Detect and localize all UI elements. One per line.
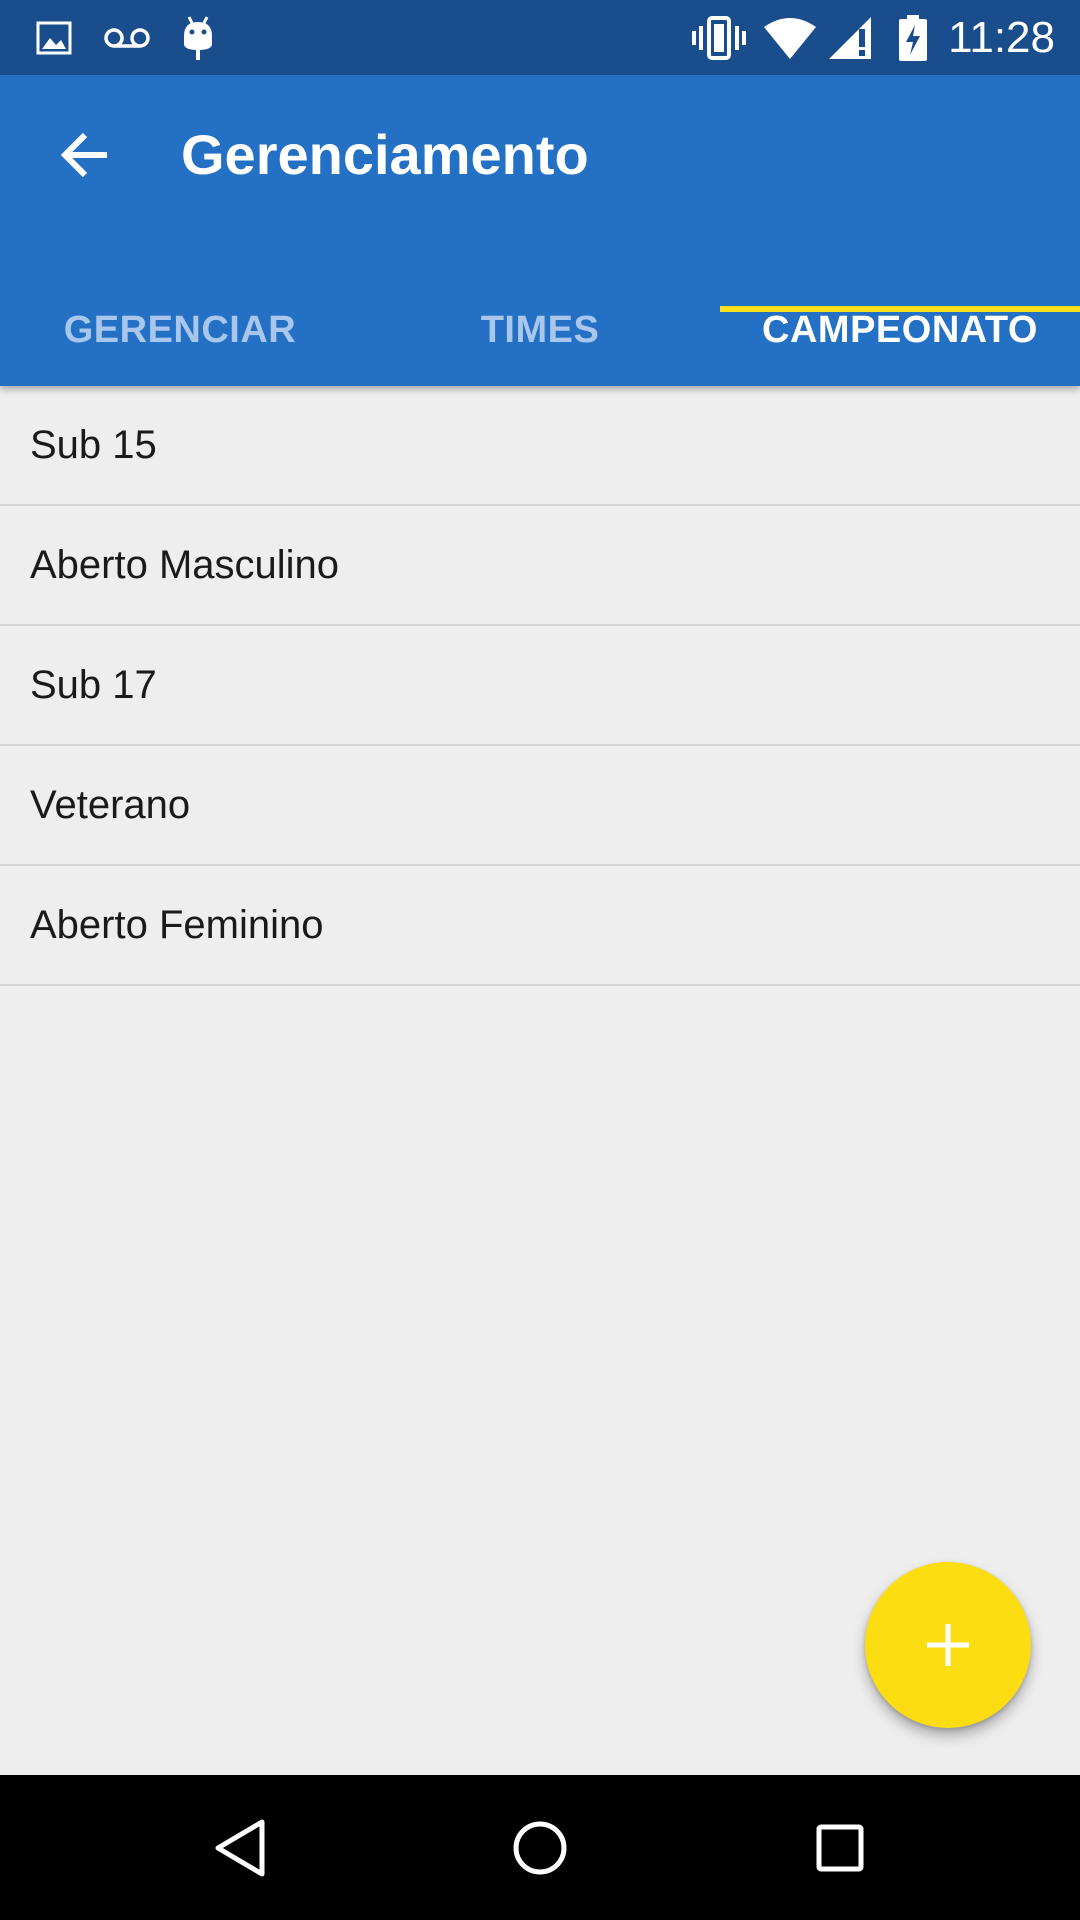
status-time: 11:28: [948, 13, 1055, 62]
tab-bar: GERENCIAR TIMES CAMPEONATO: [0, 274, 1080, 386]
home-circle-icon: [512, 1820, 568, 1876]
arrow-left-icon: [59, 131, 111, 179]
list-item[interactable]: Aberto Feminino: [0, 866, 1080, 986]
android-debug-icon: [178, 0, 218, 75]
tab-campeonato[interactable]: CAMPEONATO: [720, 274, 1080, 386]
wifi-icon: [760, 0, 820, 75]
tab-gerenciar[interactable]: GERENCIAR: [0, 274, 360, 386]
list-item-label: Aberto Masculino: [30, 542, 340, 587]
list-item[interactable]: Aberto Masculino: [0, 506, 1080, 626]
list-item[interactable]: Veterano: [0, 746, 1080, 866]
vibrate-icon: [690, 0, 748, 75]
championship-list: Sub 15 Aberto Masculino Sub 17 Veterano …: [0, 386, 1080, 986]
voicemail-icon: [100, 0, 154, 75]
plus-icon: [924, 1621, 972, 1669]
screen: 11:28 Gerenciamento GERENCIAR TIMES CAMP…: [0, 0, 1080, 1920]
tab-label: GERENCIAR: [63, 308, 297, 351]
status-bar: 11:28: [0, 0, 1080, 75]
tab-indicator: [720, 306, 1080, 312]
signal-icon: [826, 0, 876, 75]
list-item-label: Aberto Feminino: [30, 902, 324, 947]
nav-recents-button[interactable]: [770, 1775, 910, 1920]
list-item-label: Veterano: [30, 782, 191, 827]
navigation-bar: [0, 1775, 1080, 1920]
back-button[interactable]: [45, 120, 125, 190]
nav-back-button[interactable]: [170, 1775, 310, 1920]
page-title: Gerenciamento: [181, 123, 589, 186]
recents-square-icon: [815, 1823, 865, 1873]
tab-label: CAMPEONATO: [762, 308, 1038, 351]
tab-label: TIMES: [480, 308, 600, 351]
add-fab-button[interactable]: [865, 1562, 1031, 1728]
tab-times[interactable]: TIMES: [360, 274, 720, 386]
app-bar: Gerenciamento GERENCIAR TIMES CAMPEONATO: [0, 75, 1080, 386]
nav-home-button[interactable]: [470, 1775, 610, 1920]
list-item[interactable]: Sub 15: [0, 386, 1080, 506]
battery-charging-icon: [896, 0, 930, 75]
list-item[interactable]: Sub 17: [0, 626, 1080, 746]
list-item-label: Sub 17: [30, 662, 157, 707]
image-icon: [32, 0, 76, 75]
back-triangle-icon: [212, 1818, 268, 1878]
list-item-label: Sub 15: [30, 422, 157, 467]
